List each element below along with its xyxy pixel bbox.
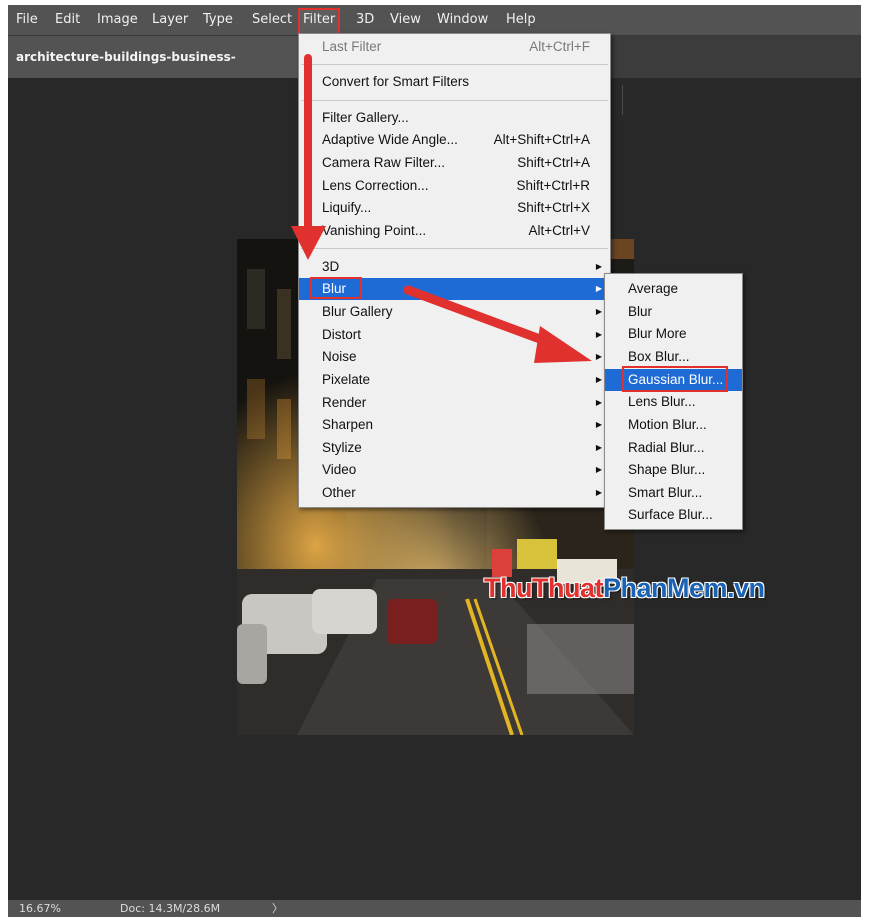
menu-window[interactable]: Window <box>434 8 491 32</box>
menu-item-camera-raw-filter[interactable]: Camera Raw Filter... Shift+Ctrl+A <box>299 152 610 174</box>
submenu-arrow-icon: ▶ <box>595 307 602 316</box>
menu-layer[interactable]: Layer <box>149 8 191 32</box>
submenu-arrow-icon: ▶ <box>595 488 602 497</box>
menu-item-pixelate[interactable]: Pixelate ▶ <box>299 369 610 391</box>
menu-item-distort[interactable]: Distort ▶ <box>299 324 610 346</box>
zoom-level[interactable]: 16.67% <box>19 900 61 917</box>
doc-size-info[interactable]: Doc: 14.3M/28.6M <box>120 900 220 917</box>
menu-item-convert-smart-filters[interactable]: Convert for Smart Filters <box>299 71 610 93</box>
menu-select[interactable]: Select <box>249 8 295 32</box>
submenu-arrow-icon: ▶ <box>595 375 602 384</box>
menu-item-other[interactable]: Other ▶ <box>299 482 610 504</box>
options-divider <box>622 85 623 115</box>
blur-item-gaussian-blur[interactable]: Gaussian Blur... <box>605 369 742 391</box>
menu-type[interactable]: Type <box>200 8 236 32</box>
filter-menu: Last Filter Alt+Ctrl+F Convert for Smart… <box>298 33 611 508</box>
blur-item-radial-blur[interactable]: Radial Blur... <box>605 437 742 459</box>
blur-item-motion-blur[interactable]: Motion Blur... <box>605 414 742 436</box>
menu-item-adaptive-wide-angle[interactable]: Adaptive Wide Angle... Alt+Shift+Ctrl+A <box>299 129 610 151</box>
submenu-arrow-icon: ▶ <box>595 465 602 474</box>
menu-filter[interactable]: Filter <box>298 8 341 36</box>
blur-item-smart-blur[interactable]: Smart Blur... <box>605 482 742 504</box>
blur-item-surface-blur[interactable]: Surface Blur... <box>605 504 742 526</box>
menu-item-last-filter[interactable]: Last Filter Alt+Ctrl+F <box>299 36 610 58</box>
menu-item-video[interactable]: Video ▶ <box>299 459 610 481</box>
submenu-arrow-icon: ▶ <box>595 262 602 271</box>
status-menu-arrow[interactable]: 〉 <box>272 900 283 917</box>
submenu-arrow-icon: ▶ <box>595 420 602 429</box>
menu-item-blur-gallery[interactable]: Blur Gallery ▶ <box>299 301 610 323</box>
menu-file[interactable]: File <box>13 8 41 32</box>
menu-item-3d[interactable]: 3D ▶ <box>299 256 610 278</box>
blur-item-box-blur[interactable]: Box Blur... <box>605 346 742 368</box>
menu-help[interactable]: Help <box>503 8 539 32</box>
menu-item-stylize[interactable]: Stylize ▶ <box>299 437 610 459</box>
menu-item-vanishing-point[interactable]: Vanishing Point... Alt+Ctrl+V <box>299 220 610 242</box>
menu-edit[interactable]: Edit <box>52 8 83 32</box>
blur-item-average[interactable]: Average <box>605 278 742 300</box>
submenu-arrow-icon: ▶ <box>595 443 602 452</box>
submenu-arrow-icon: ▶ <box>595 352 602 361</box>
menu-item-noise[interactable]: Noise ▶ <box>299 346 610 368</box>
submenu-arrow-icon: ▶ <box>595 398 602 407</box>
blur-item-lens-blur[interactable]: Lens Blur... <box>605 391 742 413</box>
submenu-arrow-icon: ▶ <box>595 330 602 339</box>
submenu-arrow-icon: ▶ <box>595 284 602 293</box>
blur-item-shape-blur[interactable]: Shape Blur... <box>605 459 742 481</box>
menu-item-filter-gallery[interactable]: Filter Gallery... <box>299 107 610 129</box>
menu-3d[interactable]: 3D <box>353 8 377 32</box>
menu-bar: File Edit Image Layer Type Select Filter… <box>8 5 861 36</box>
blur-item-blur[interactable]: Blur <box>605 301 742 323</box>
blur-item-blur-more[interactable]: Blur More <box>605 323 742 345</box>
blur-submenu: Average Blur Blur More Box Blur... Gauss… <box>604 273 743 530</box>
menu-image[interactable]: Image <box>94 8 141 32</box>
menu-item-blur[interactable]: Blur ▶ <box>299 278 610 300</box>
watermark: ThuThuatPhanMem.vn <box>484 573 765 603</box>
status-bar: 16.67% Doc: 14.3M/28.6M 〉 <box>8 900 861 917</box>
menu-item-render[interactable]: Render ▶ <box>299 392 610 414</box>
document-tab[interactable]: architecture-buildings-business-1441932.… <box>8 36 304 106</box>
menu-view[interactable]: View <box>387 8 424 32</box>
menu-item-sharpen[interactable]: Sharpen ▶ <box>299 414 610 436</box>
menu-item-liquify[interactable]: Liquify... Shift+Ctrl+X <box>299 197 610 219</box>
menu-item-lens-correction[interactable]: Lens Correction... Shift+Ctrl+R <box>299 175 610 197</box>
